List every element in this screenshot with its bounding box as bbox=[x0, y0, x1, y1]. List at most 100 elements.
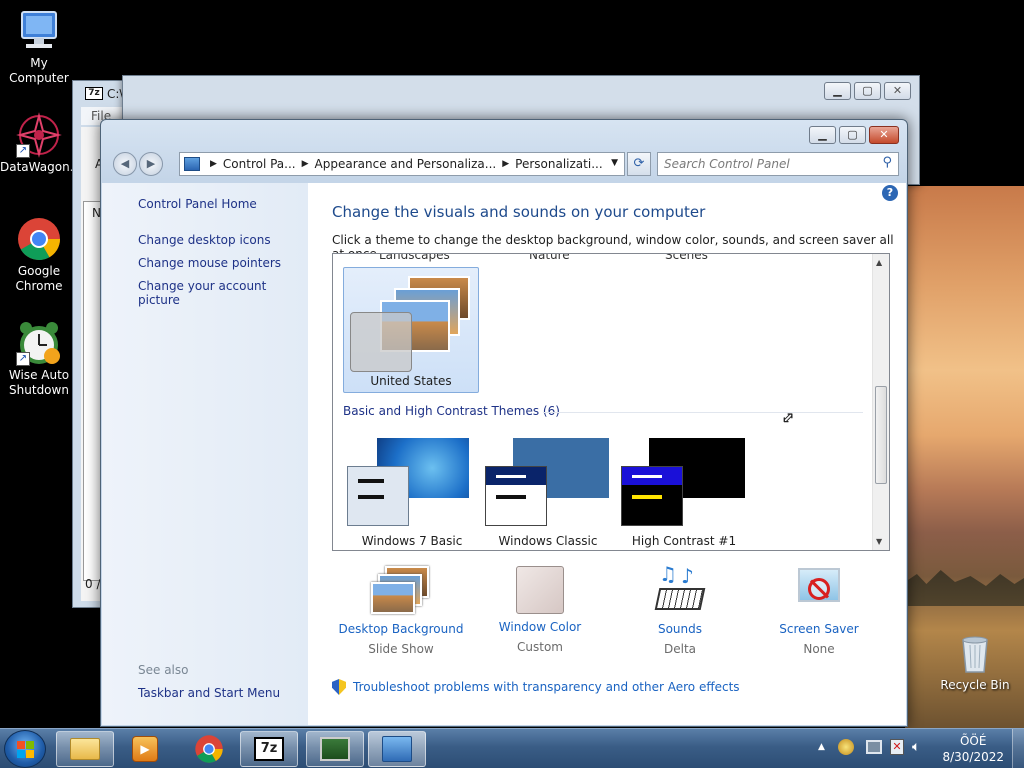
taskbar-media-player[interactable]: ▶ bbox=[116, 731, 174, 767]
shortcut-arrow-icon: ↗ bbox=[16, 144, 30, 158]
show-desktop-button[interactable] bbox=[1012, 729, 1024, 768]
change-account-picture-link[interactable]: Change your account picture bbox=[138, 279, 308, 307]
close-button[interactable]: ✕ bbox=[869, 126, 899, 144]
screen-saver-item[interactable]: Screen Saver None bbox=[749, 566, 889, 656]
recycle-bin-icon bbox=[952, 630, 998, 676]
action-center-icon[interactable]: ✕ bbox=[890, 739, 904, 755]
desktop-icon-datawagon[interactable]: ↗ DataWagon... bbox=[0, 112, 81, 175]
scroll-up-icon[interactable]: ▲ bbox=[876, 258, 882, 267]
theme-label-scenes[interactable]: Scenes bbox=[665, 254, 708, 262]
breadcrumb-appearance[interactable]: Appearance and Personaliza... bbox=[315, 157, 497, 171]
chrome-icon bbox=[195, 735, 223, 763]
volume-icon[interactable]: 🔈︎ bbox=[912, 739, 920, 755]
window-controls: ▁ ▢ ✕ bbox=[809, 126, 899, 144]
search-input[interactable]: Search Control Panel ⚲ bbox=[657, 152, 899, 176]
taskbar-start-menu-link[interactable]: Taskbar and Start Menu bbox=[138, 686, 280, 700]
back-button[interactable]: ◀ bbox=[113, 152, 137, 176]
network-icon[interactable] bbox=[866, 740, 882, 754]
theme-label-nature[interactable]: Nature bbox=[529, 254, 570, 262]
personalization-window[interactable]: ▁ ▢ ✕ ◀ ▶ ▶ Control Pa... ▶ Appearance a… bbox=[100, 119, 908, 727]
theme-united-states[interactable]: United States bbox=[343, 267, 479, 393]
clock-date: 8/30/2022 bbox=[942, 750, 1004, 764]
datawagon-icon: ↗ bbox=[16, 112, 62, 158]
troubleshoot-transparency-link[interactable]: Troubleshoot problems with transparency … bbox=[353, 680, 740, 694]
theme-name: Windows Classic bbox=[498, 534, 598, 548]
theme-name: Windows 7 Basic bbox=[361, 534, 463, 548]
maximize-button[interactable]: ▢ bbox=[854, 82, 881, 100]
address-row: ◀ ▶ ▶ Control Pa... ▶ Appearance and Per… bbox=[109, 150, 899, 178]
change-mouse-pointers-link[interactable]: Change mouse pointers bbox=[138, 256, 281, 270]
desktop-icon-label: Wise Auto Shutdown bbox=[8, 368, 70, 397]
close-button[interactable]: ✕ bbox=[884, 82, 911, 100]
taskbar-7zip[interactable]: 7z bbox=[240, 731, 298, 767]
wallpaper-trees bbox=[905, 570, 1024, 606]
chrome-icon bbox=[16, 216, 62, 262]
minimize-button[interactable]: ▁ bbox=[809, 126, 836, 144]
computer-icon bbox=[16, 8, 62, 54]
screen-saver-link[interactable]: Screen Saver bbox=[749, 622, 889, 636]
network-sharing-icon[interactable] bbox=[838, 739, 854, 755]
taskbar-explorer[interactable] bbox=[56, 731, 114, 767]
desktop-icon-label: Google Chrome bbox=[15, 264, 63, 293]
desktop-icon-google-chrome[interactable]: Google Chrome bbox=[0, 216, 78, 294]
shortcut-arrow-icon: ↗ bbox=[16, 352, 30, 366]
show-hidden-icons-icon[interactable]: ▲ bbox=[818, 742, 825, 752]
monitor-icon bbox=[320, 737, 350, 761]
status-text: 0 / bbox=[85, 577, 101, 591]
scroll-down-icon[interactable]: ▼ bbox=[876, 537, 882, 546]
content-area: Control Panel Home Change desktop icons … bbox=[102, 183, 906, 725]
folder-icon bbox=[70, 738, 100, 760]
theme-windows-classic[interactable]: Windows Classic bbox=[483, 438, 613, 548]
desktop-icon-label: Recycle Bin bbox=[940, 678, 1010, 692]
start-button[interactable] bbox=[4, 730, 46, 768]
theme-windows-7-basic[interactable]: Windows 7 Basic bbox=[347, 438, 477, 548]
breadcrumb-control-panel[interactable]: Control Pa... bbox=[223, 157, 296, 171]
taskbar-monitor-app[interactable] bbox=[306, 731, 364, 767]
theme-preview-united-states bbox=[350, 274, 474, 372]
window-color-item[interactable]: Window Color Custom bbox=[470, 566, 610, 654]
desktop-icon-my-computer[interactable]: My Computer bbox=[0, 8, 78, 86]
clock[interactable]: ÕÖÉ 8/30/2022 bbox=[942, 733, 1004, 765]
theme-high-contrast-1[interactable]: High Contrast #1 bbox=[619, 438, 749, 548]
taskbar: ▶ 7z ▲ ✕ 🔈︎ ÕÖÉ 8/30/2022 bbox=[0, 728, 1024, 768]
theme-name: High Contrast #1 bbox=[631, 534, 737, 548]
breadcrumb-separator-icon: ▶ bbox=[502, 159, 510, 169]
breadcrumb-personalization[interactable]: Personalizati... bbox=[515, 157, 602, 171]
window-color-value: Custom bbox=[517, 640, 563, 654]
left-nav-pane: Control Panel Home Change desktop icons … bbox=[102, 183, 308, 725]
change-desktop-icons-link[interactable]: Change desktop icons bbox=[138, 233, 271, 247]
page-title: Change the visuals and sounds on your co… bbox=[332, 203, 706, 221]
address-bar[interactable]: ▶ Control Pa... ▶ Appearance and Persona… bbox=[179, 152, 625, 176]
desktop-background-link[interactable]: Desktop Background bbox=[331, 622, 471, 636]
desktop-icon-recycle-bin[interactable]: Recycle Bin bbox=[936, 630, 1014, 693]
chevron-down-icon[interactable]: ▼ bbox=[611, 158, 618, 168]
sounds-link[interactable]: Sounds bbox=[610, 622, 750, 636]
theme-list-scrollbar[interactable]: ▲ ▼ bbox=[872, 254, 889, 550]
7zip-icon: 7z bbox=[85, 87, 103, 100]
maximize-button[interactable]: ▢ bbox=[839, 126, 866, 144]
section-divider bbox=[543, 412, 863, 413]
search-icon[interactable]: ⚲ bbox=[882, 155, 892, 170]
theme-name: United States bbox=[370, 374, 452, 388]
window-color-link[interactable]: Window Color bbox=[470, 620, 610, 634]
sounds-item[interactable]: ♫ ♪ Sounds Delta bbox=[610, 562, 750, 656]
theme-preview-windows-classic bbox=[483, 438, 613, 528]
desktop-background-item[interactable]: Desktop Background Slide Show bbox=[331, 566, 471, 656]
control-panel-icon bbox=[184, 157, 200, 171]
windows-logo-icon bbox=[17, 741, 34, 758]
desktop-icon-wise-auto-shutdown[interactable]: ↗ Wise Auto Shutdown bbox=[0, 320, 78, 398]
resize-cursor-icon: ⇔ bbox=[776, 406, 800, 429]
theme-list[interactable]: Landscapes Nature Scenes United States B… bbox=[332, 253, 890, 551]
theme-label-landscapes[interactable]: Landscapes bbox=[379, 254, 450, 262]
taskbar-chrome[interactable] bbox=[180, 731, 238, 767]
control-panel-home-link[interactable]: Control Panel Home bbox=[138, 197, 257, 211]
desktop-background-value: Slide Show bbox=[368, 642, 434, 656]
media-player-icon: ▶ bbox=[132, 736, 158, 762]
scrollbar-thumb[interactable] bbox=[875, 386, 887, 484]
taskbar-control-panel[interactable] bbox=[368, 731, 426, 767]
forward-button[interactable]: ▶ bbox=[139, 152, 163, 176]
see-also-heading: See also bbox=[138, 663, 189, 677]
minimize-button[interactable]: ▁ bbox=[824, 82, 851, 100]
help-icon[interactable]: ? bbox=[882, 185, 898, 201]
refresh-button[interactable]: ⟳ bbox=[627, 152, 651, 176]
